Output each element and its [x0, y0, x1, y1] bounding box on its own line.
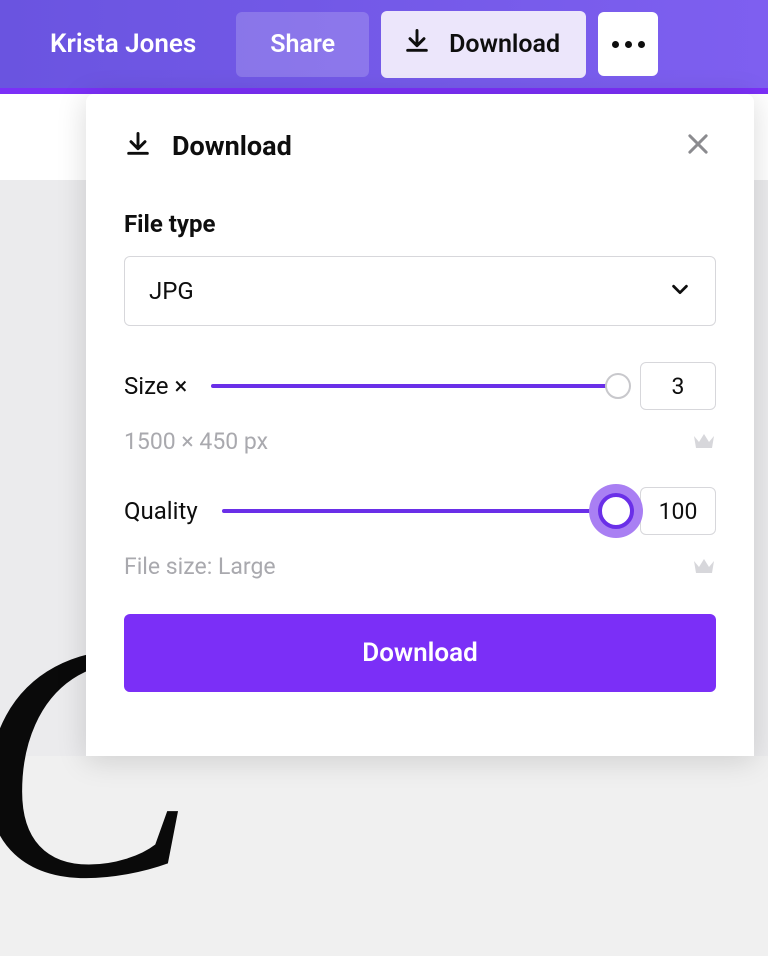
crown-icon	[692, 555, 716, 579]
panel-header: Download	[124, 126, 716, 166]
more-icon	[612, 41, 645, 48]
close-icon	[684, 130, 712, 158]
user-name: Krista Jones	[50, 29, 196, 59]
size-row: Size × 3	[124, 362, 716, 410]
more-button[interactable]	[598, 12, 658, 76]
slider-thumb[interactable]	[605, 373, 631, 399]
file-type-select[interactable]: JPG	[124, 256, 716, 326]
size-sub-row: 1500 × 450 px	[124, 428, 716, 455]
file-size-text: File size: Large	[124, 553, 276, 580]
crown-icon	[692, 430, 716, 454]
chevron-down-icon	[669, 278, 691, 304]
download-icon	[124, 130, 152, 162]
close-button[interactable]	[680, 126, 716, 166]
size-slider[interactable]	[211, 370, 616, 402]
quality-slider[interactable]	[222, 495, 616, 527]
download-button[interactable]: Download	[124, 614, 716, 692]
slider-thumb[interactable]	[589, 484, 643, 538]
size-label: Size ×	[124, 372, 187, 400]
download-panel: Download File type JPG Size × 3 1500 × 4…	[86, 94, 754, 756]
download-top-label: Download	[449, 30, 560, 59]
quality-sub-row: File size: Large	[124, 553, 716, 580]
share-button[interactable]: Share	[236, 12, 369, 77]
quality-input[interactable]: 100	[640, 487, 716, 535]
size-input[interactable]: 3	[640, 362, 716, 410]
file-type-value: JPG	[149, 277, 194, 305]
top-bar: Krista Jones Share Download	[0, 0, 768, 88]
panel-title: Download	[172, 130, 292, 162]
download-top-button[interactable]: Download	[381, 11, 586, 78]
size-dimensions: 1500 × 450 px	[124, 428, 268, 455]
file-type-label: File type	[124, 210, 716, 238]
download-icon	[403, 27, 431, 62]
quality-row: Quality 100	[124, 487, 716, 535]
quality-label: Quality	[124, 497, 198, 525]
